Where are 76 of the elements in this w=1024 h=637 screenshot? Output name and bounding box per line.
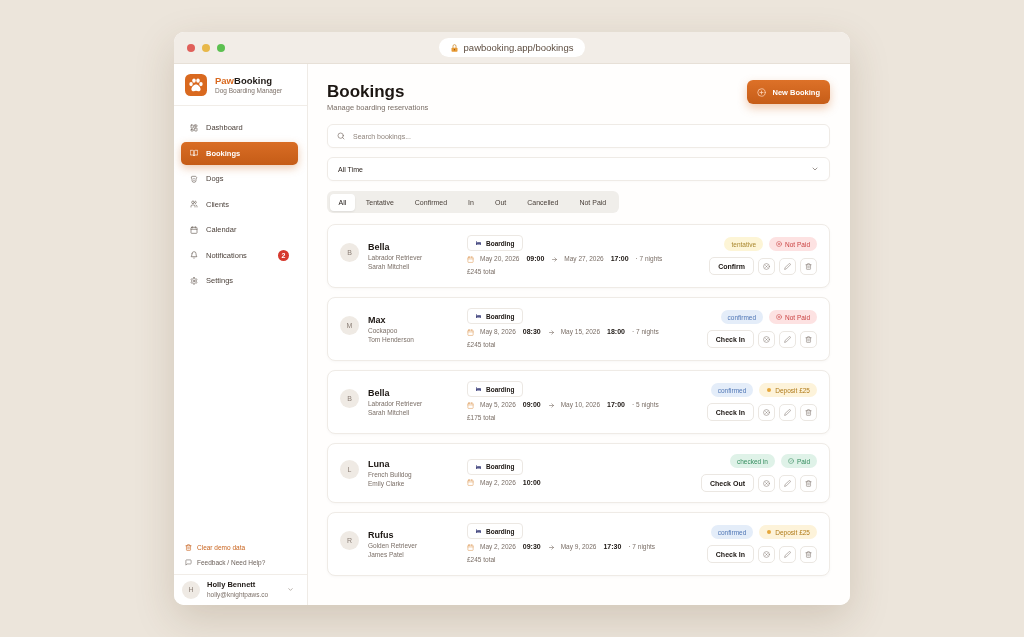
circle-x-icon bbox=[776, 314, 783, 320]
arrow-right-icon bbox=[547, 543, 555, 551]
trash-icon bbox=[805, 408, 812, 416]
layout-grid-icon bbox=[190, 123, 198, 132]
calendar-icon bbox=[467, 328, 474, 336]
edit-button[interactable] bbox=[779, 403, 796, 421]
arrow-right-icon bbox=[547, 401, 555, 409]
speech-bubble-icon bbox=[185, 559, 192, 566]
circle-x-icon bbox=[763, 408, 770, 416]
bed-icon bbox=[475, 240, 482, 246]
page-title: Bookings bbox=[327, 82, 406, 102]
users-icon bbox=[190, 200, 198, 208]
circle-x-icon bbox=[776, 241, 783, 247]
circle-x-icon bbox=[763, 550, 770, 558]
cancel-booking-button[interactable] bbox=[758, 330, 775, 348]
pencil-icon bbox=[784, 335, 791, 343]
open-book-icon bbox=[190, 149, 198, 157]
delete-button[interactable] bbox=[800, 403, 817, 421]
minimize-control-icon[interactable] bbox=[202, 43, 210, 52]
bed-icon bbox=[475, 313, 482, 319]
delete-button[interactable] bbox=[800, 545, 817, 563]
brand-name: PawBooking bbox=[215, 75, 273, 86]
edit-button[interactable] bbox=[779, 330, 796, 348]
chevron-down-icon bbox=[287, 586, 294, 593]
paw-logo-icon bbox=[185, 74, 207, 96]
dog-icon bbox=[190, 174, 198, 183]
cancel-booking-button[interactable] bbox=[758, 403, 775, 421]
settings-icon bbox=[190, 276, 198, 285]
dot-icon bbox=[766, 529, 773, 535]
dog-name: Max bbox=[368, 314, 387, 326]
calendar-icon bbox=[467, 479, 474, 486]
search-icon bbox=[337, 132, 345, 140]
dot-icon bbox=[766, 387, 773, 393]
calendar-icon bbox=[467, 401, 474, 409]
calendar-icon bbox=[467, 255, 474, 263]
arrow-right-icon bbox=[551, 255, 559, 263]
circle-x-icon bbox=[763, 262, 770, 270]
close-control-icon[interactable] bbox=[187, 43, 195, 52]
trash-icon bbox=[805, 479, 812, 487]
dog-name: Luna bbox=[368, 458, 391, 470]
zoom-control-icon[interactable] bbox=[217, 43, 225, 52]
trash-icon bbox=[805, 335, 812, 343]
trash-icon bbox=[185, 544, 192, 551]
edit-button[interactable] bbox=[779, 545, 796, 563]
lock-icon bbox=[449, 42, 459, 53]
cancel-booking-button[interactable] bbox=[758, 257, 775, 275]
bed-icon bbox=[475, 386, 482, 392]
edit-button[interactable] bbox=[779, 257, 796, 275]
delete-button[interactable] bbox=[800, 257, 817, 275]
circle-x-icon bbox=[763, 335, 770, 343]
dog-name: Rufus bbox=[368, 529, 395, 541]
bed-icon bbox=[475, 463, 482, 470]
pencil-icon bbox=[784, 262, 791, 270]
trash-icon bbox=[805, 550, 812, 558]
calendar-icon bbox=[190, 225, 198, 234]
url-text: pawbooking.app/bookings bbox=[463, 42, 574, 53]
edit-button[interactable] bbox=[779, 474, 796, 492]
pencil-icon bbox=[784, 550, 791, 558]
pencil-icon bbox=[784, 408, 791, 416]
delete-button[interactable] bbox=[800, 474, 817, 492]
bed-icon bbox=[475, 528, 482, 534]
address-bar[interactable]: pawbooking.app/bookings bbox=[438, 38, 586, 57]
plus-circle-icon bbox=[757, 87, 767, 97]
delete-button[interactable] bbox=[800, 330, 817, 348]
check-circle-icon bbox=[788, 458, 794, 464]
pencil-icon bbox=[784, 479, 791, 487]
cancel-booking-button[interactable] bbox=[758, 474, 775, 492]
calendar-icon bbox=[467, 543, 474, 551]
cancel-booking-button[interactable] bbox=[758, 545, 775, 563]
circle-x-icon bbox=[763, 479, 770, 487]
arrow-right-icon bbox=[547, 328, 555, 336]
dog-name: Bella bbox=[368, 241, 391, 253]
dog-name: Bella bbox=[368, 387, 391, 399]
trash-icon bbox=[805, 262, 812, 270]
bell-icon bbox=[190, 251, 198, 259]
chevron-down-icon bbox=[811, 165, 819, 173]
